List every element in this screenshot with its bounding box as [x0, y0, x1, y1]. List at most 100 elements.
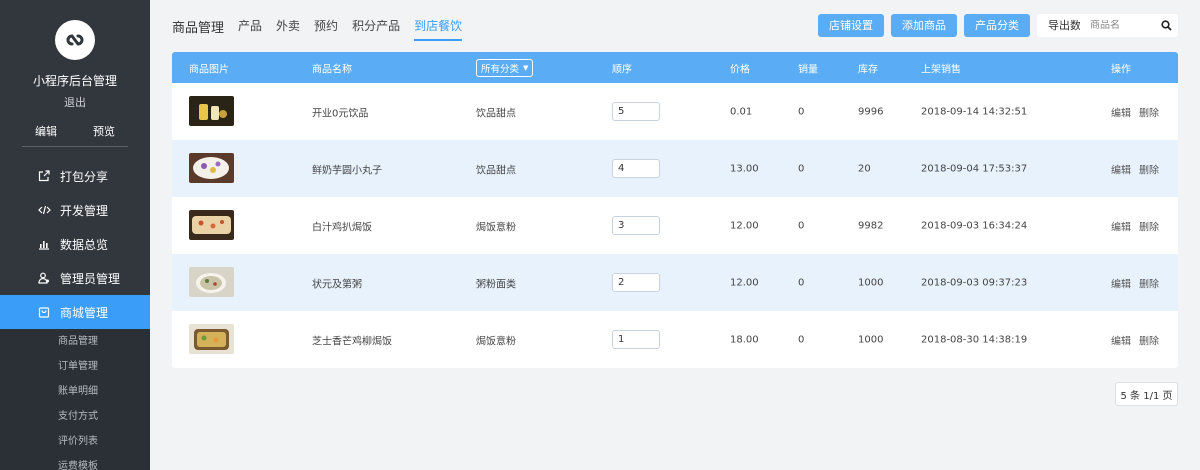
product-price: 12.00 [730, 277, 759, 288]
sidebar-item-label: 开发管理 [60, 203, 109, 218]
table-row: 鲜奶芋圆小丸子 饮品甜点 13.00 0 20 2018-09-04 17:53… [172, 140, 1178, 197]
tab-products[interactable]: 产品 [238, 17, 262, 41]
app-name: 小程序后台管理 [32, 74, 117, 88]
edit-link[interactable]: 编辑 [35, 123, 57, 139]
delete-button[interactable]: 删除 [1139, 104, 1159, 119]
product-name: 芝士香芒鸡柳焗饭 [312, 336, 392, 347]
edit-button[interactable]: 编辑 [1111, 332, 1131, 347]
shop-bag-icon [36, 306, 52, 318]
product-sales: 0 [798, 163, 805, 174]
sidebar-item-label: 管理员管理 [60, 271, 121, 286]
product-category: 焗饭意粉 [476, 222, 516, 233]
tab-dine-in[interactable]: 到店餐饮 [414, 17, 463, 41]
mini-program-logo-icon [66, 34, 84, 46]
add-product-button[interactable]: 添加商品 [891, 14, 957, 37]
preview-link[interactable]: 预览 [93, 123, 115, 139]
product-sales: 0 [798, 106, 805, 117]
admin-user-icon [36, 272, 52, 284]
search-box [1080, 14, 1178, 37]
product-category: 饮品甜点 [476, 165, 516, 176]
product-stock: 9996 [858, 106, 884, 117]
product-table: 商品图片 商品名称 所有分类 ▼ 顺序 价格 销量 库存 上架销售 操作 开业0… [172, 52, 1178, 368]
product-thumbnail [189, 96, 234, 126]
sidebar-item-label: 商城管理 [60, 305, 109, 320]
edit-button[interactable]: 编辑 [1111, 218, 1131, 233]
product-price: 12.00 [730, 220, 759, 231]
subnav-item-shipping-template[interactable]: 运费模板 [0, 454, 150, 470]
table-row: 开业0元饮品 饮品甜点 0.01 0 9996 2018-09-14 14:32… [172, 83, 1178, 140]
sidebar-nav: 打包分享 开发管理 数据总览 管理员管理 商城管理 商品管理 订单管理 账单明细… [0, 159, 150, 470]
product-listed-time: 2018-09-03 16:34:24 [921, 220, 1028, 231]
product-tabs: 商品管理 产品 外卖 预约 积分产品 到店餐饮 [172, 17, 476, 41]
tab-reservation[interactable]: 预约 [314, 17, 338, 41]
order-input[interactable] [612, 330, 660, 349]
sidebar: 小程序后台管理 退出 编辑 预览 打包分享 开发管理 数据总览 管理员管理 商城… [0, 0, 150, 470]
delete-button[interactable]: 删除 [1139, 332, 1159, 347]
col-header-listed-time: 上架销售 [921, 64, 961, 75]
col-header-ops: 操作 [1111, 64, 1131, 75]
search-input[interactable] [1090, 20, 1160, 31]
col-header-price: 价格 [730, 64, 750, 75]
product-thumbnail [189, 324, 234, 354]
delete-button[interactable]: 删除 [1139, 275, 1159, 290]
product-category: 焗饭意粉 [476, 336, 516, 347]
order-input[interactable] [612, 273, 660, 292]
product-price: 0.01 [730, 106, 753, 117]
logout-link[interactable]: 退出 [0, 94, 150, 110]
product-listed-time: 2018-09-14 14:32:51 [921, 106, 1028, 117]
table-header: 商品图片 商品名称 所有分类 ▼ 顺序 价格 销量 库存 上架销售 操作 [172, 52, 1178, 83]
app-logo [55, 20, 95, 60]
product-name: 开业0元饮品 [312, 108, 369, 119]
product-name: 鲜奶芋圆小丸子 [312, 165, 382, 176]
subnav-item-review-list[interactable]: 评价列表 [0, 429, 150, 454]
sidebar-item-package-share[interactable]: 打包分享 [0, 159, 150, 193]
subnav-item-order-management[interactable]: 订单管理 [0, 354, 150, 379]
product-category-button[interactable]: 产品分类 [964, 14, 1030, 37]
table-row: 白汁鸡扒焗饭 焗饭意粉 12.00 0 9982 2018-09-03 16:3… [172, 197, 1178, 254]
product-price: 13.00 [730, 163, 759, 174]
product-name: 白汁鸡扒焗饭 [312, 222, 372, 233]
tab-points-products[interactable]: 积分产品 [352, 17, 400, 41]
category-filter-select[interactable]: 所有分类 ▼ [476, 59, 533, 77]
product-stock: 1000 [858, 334, 884, 345]
sidebar-item-mall-management[interactable]: 商城管理 [0, 295, 150, 329]
product-listed-time: 2018-09-04 17:53:37 [921, 163, 1028, 174]
subnav-item-bill-details[interactable]: 账单明细 [0, 379, 150, 404]
tab-product-management[interactable]: 商品管理 [172, 17, 224, 41]
col-header-order: 顺序 [612, 64, 632, 75]
shop-settings-button[interactable]: 店铺设置 [818, 14, 884, 37]
sidebar-item-data-overview[interactable]: 数据总览 [0, 227, 150, 261]
subnav-item-payment-methods[interactable]: 支付方式 [0, 404, 150, 429]
product-stock: 1000 [858, 277, 884, 288]
order-input[interactable] [612, 102, 660, 121]
order-input[interactable] [612, 159, 660, 178]
order-input[interactable] [612, 216, 660, 235]
product-sales: 0 [798, 334, 805, 345]
edit-button[interactable]: 编辑 [1111, 275, 1131, 290]
tab-takeout[interactable]: 外卖 [276, 17, 300, 41]
product-thumbnail [189, 267, 234, 297]
product-listed-time: 2018-09-03 09:37:23 [921, 277, 1028, 288]
edit-button[interactable]: 编辑 [1111, 161, 1131, 176]
table-row: 状元及第粥 粥粉面类 12.00 0 1000 2018-09-03 09:37… [172, 254, 1178, 311]
product-stock: 9982 [858, 220, 884, 231]
product-price: 18.00 [730, 334, 759, 345]
pagination-info: 5 条 1/1 页 [1115, 382, 1178, 406]
product-sales: 0 [798, 220, 805, 231]
product-stock: 20 [858, 163, 871, 174]
subnav-item-product-management[interactable]: 商品管理 [0, 329, 150, 354]
product-thumbnail [189, 210, 234, 240]
search-icon[interactable] [1161, 20, 1172, 31]
sidebar-item-dev-management[interactable]: 开发管理 [0, 193, 150, 227]
delete-button[interactable]: 删除 [1139, 161, 1159, 176]
dropdown-arrow-icon: ▼ [523, 64, 529, 72]
edit-button[interactable]: 编辑 [1111, 104, 1131, 119]
col-header-name: 商品名称 [312, 64, 352, 75]
sidebar-subnav: 商品管理 订单管理 账单明细 支付方式 评价列表 运费模板 [0, 329, 150, 470]
sidebar-divider [22, 146, 128, 147]
product-name: 状元及第粥 [312, 279, 362, 290]
delete-button[interactable]: 删除 [1139, 218, 1159, 233]
toolbar-actions: 店铺设置 添加商品 产品分类 导出数据 [818, 14, 1103, 37]
sidebar-item-admin-management[interactable]: 管理员管理 [0, 261, 150, 295]
product-category: 饮品甜点 [476, 108, 516, 119]
